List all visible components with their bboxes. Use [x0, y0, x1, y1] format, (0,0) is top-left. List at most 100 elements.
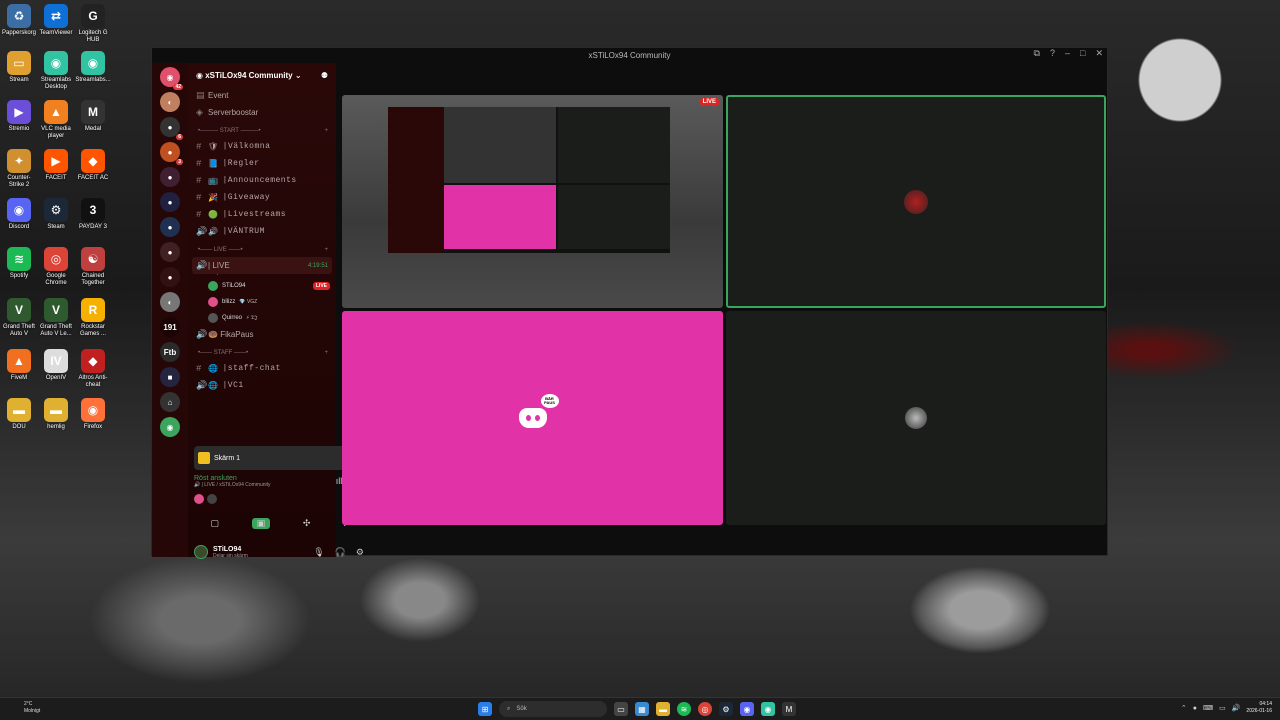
widgets-icon[interactable]: ▦ [635, 702, 649, 716]
channel-item[interactable]: 🔊 🔊 |VÄNTRUM [188, 223, 336, 240]
volume-icon[interactable]: 🔊 [1232, 704, 1241, 712]
desktop-icon[interactable]: ◉ Streamlabs... [74, 51, 112, 84]
server-icon[interactable]: ◐ [160, 292, 180, 312]
server-icon[interactable]: ● 3 [160, 142, 183, 165]
channel-item[interactable]: # 🎉 |Giveaway [188, 189, 336, 206]
nav-event[interactable]: ▤ Event [188, 87, 336, 104]
microphone-icon[interactable]: 🎙 [313, 547, 324, 558]
avatar[interactable] [194, 545, 208, 559]
server-icon[interactable]: ■ [160, 367, 180, 387]
add-channel-icon[interactable]: + [324, 128, 328, 134]
notification-icon[interactable]: ● [1193, 705, 1197, 712]
channel-item[interactable]: # 📺 |Announcements [188, 172, 336, 189]
server-icon[interactable]: ● [160, 167, 180, 187]
channel-item[interactable]: # 🌐 |staff-chat [188, 360, 336, 377]
voice-user[interactable]: Quirreo ⚡ 𝔗𝔍 [188, 310, 336, 326]
file-explorer-icon[interactable]: ▬ [656, 702, 670, 716]
minimize-button[interactable]: – [1065, 48, 1070, 59]
invite-icon[interactable]: ⚉ [321, 71, 328, 80]
desktop-icon[interactable]: ⇄ TeamViewer [37, 4, 75, 37]
server-icon[interactable]: ● [160, 192, 180, 212]
settings-gear-icon[interactable]: ⚙ [356, 547, 364, 558]
channel-item[interactable]: 🔊 🌐 |VC1 [188, 377, 336, 394]
screen-share-bar[interactable]: Skärm 1 ▣ [194, 446, 364, 470]
guild-header[interactable]: ◉ xSTiLOx94 Community ⌄ ⚉ [188, 63, 336, 87]
server-icon[interactable]: ● [160, 242, 180, 262]
desktop-icon[interactable]: IV OpenIV [37, 349, 75, 382]
nav-boost[interactable]: ◈ Serverboostar [188, 104, 336, 121]
desktop-icon[interactable]: M Medal [74, 100, 112, 133]
weather-widget[interactable]: 2°C Molnigt [24, 701, 40, 715]
desktop-icon[interactable]: ♻ Papperskorg [0, 4, 38, 37]
category-staff[interactable]: •—— STAFF ——• + [188, 346, 336, 360]
stream-tile-avatar[interactable] [726, 311, 1106, 525]
channel-item[interactable]: # 🛡 |Välkomna [188, 138, 336, 155]
discord-icon[interactable]: ◉ [740, 702, 754, 716]
desktop-icon[interactable]: R Rockstar Games ... [74, 298, 112, 338]
add-channel-icon[interactable]: + [324, 350, 328, 356]
voice-user[interactable]: bllizz 💎 VGZ [188, 294, 336, 310]
desktop-icon[interactable]: ≋ Spotify [0, 247, 38, 280]
server-icon[interactable]: ◉ 42 [160, 67, 183, 90]
desktop-icon[interactable]: V Grand Theft Auto V Le... [37, 298, 75, 338]
desktop-icon[interactable]: 3 PAYDAY 3 [74, 198, 112, 231]
desktop-icon[interactable]: ◆ FACEIT AC [74, 149, 112, 182]
network-icon[interactable]: ⌨ [1203, 704, 1213, 712]
desktop-icon[interactable]: ▶ Stremio [0, 100, 38, 133]
channel-item[interactable]: # 🟢 |Livestreams [188, 206, 336, 223]
desktop-icon[interactable]: ⚙ Steam [37, 198, 75, 231]
server-icon[interactable]: ◉ [160, 417, 180, 437]
inbox-icon[interactable]: ⧉ [1034, 48, 1040, 59]
server-icon[interactable]: Ftb [160, 342, 180, 362]
voice-channel-live[interactable]: 🔊 | LIVE 4:19:51 [192, 257, 332, 274]
stream-tile-discord[interactable]: BÄR PAUS [342, 311, 723, 525]
desktop-icon[interactable]: ◉ Firefox [74, 398, 112, 431]
streamlabs-icon[interactable]: ◉ [761, 702, 775, 716]
task-view-icon[interactable]: ▭ [614, 702, 628, 716]
screen-share-icon[interactable]: ▣ [251, 517, 271, 529]
desktop-icon[interactable]: ✦ Counter-Strike 2 [0, 149, 38, 189]
search-box[interactable]: ⌕ Sök [499, 701, 607, 717]
steam-icon[interactable]: ⚙ [719, 702, 733, 716]
headphones-icon[interactable]: 🎧 [335, 547, 346, 558]
camera-icon[interactable]: ▢ [210, 518, 219, 529]
server-icon[interactable]: ◐ [160, 92, 180, 112]
stream-tile-screen[interactable]: LIVE [342, 95, 723, 308]
spotify-icon[interactable]: ≋ [677, 702, 691, 716]
maximize-button[interactable]: □ [1080, 48, 1085, 59]
desktop-icon[interactable]: ◆ Altros Anti-cheat [74, 349, 112, 389]
stream-tile-speaking[interactable] [726, 95, 1106, 308]
server-icon[interactable]: 191 [160, 317, 180, 337]
add-channel-icon[interactable]: + [324, 247, 328, 253]
voice-user[interactable]: STiLO94 LIVE [188, 278, 336, 294]
desktop-icon[interactable]: ▬ DOU [0, 398, 38, 431]
clock[interactable]: 04:14 2026-01-16 [1246, 701, 1272, 715]
desktop-icon[interactable]: ☯ Chained Together [74, 247, 112, 287]
voice-channel-fika[interactable]: 🔊 🍩 FikaPaus [188, 326, 336, 343]
category-live[interactable]: •—— LIVE ——• + [188, 243, 336, 257]
monitor-icon[interactable]: ▭ [1219, 704, 1226, 712]
server-icon[interactable]: ● [160, 217, 180, 237]
server-icon[interactable]: ● 6 [160, 117, 183, 140]
windows-start-icon[interactable]: ⊞ [478, 702, 492, 716]
desktop-icon[interactable]: ◎ Google Chrome [37, 247, 75, 287]
desktop-icon[interactable]: ▲ VLC media player [37, 100, 75, 140]
user-info[interactable]: STiLO94 Delar sin skärm [213, 546, 248, 559]
desktop-icon[interactable]: ◉ Discord [0, 198, 38, 231]
chrome-icon[interactable]: ◎ [698, 702, 712, 716]
category-start[interactable]: •——— START ———• + [188, 124, 336, 138]
desktop-icon[interactable]: ▬ hemlig [37, 398, 75, 431]
server-icon[interactable]: ● [160, 267, 180, 287]
desktop-icon[interactable]: G Logitech G HUB [74, 4, 112, 44]
desktop-icon[interactable]: ◉ Streamlabs Desktop [37, 51, 75, 91]
desktop-icon[interactable]: ▲ FiveM [0, 349, 38, 382]
desktop-icon[interactable]: ▶ FACEIT [37, 149, 75, 182]
help-icon[interactable]: ? [1050, 48, 1055, 59]
channel-item[interactable]: # 📘 |Regler [188, 155, 336, 172]
medal-icon[interactable]: M [782, 702, 796, 716]
close-button[interactable]: ✕ [1095, 48, 1103, 59]
chevron-up-icon[interactable]: ⌃ [1181, 704, 1187, 712]
desktop-icon[interactable]: V Grand Theft Auto V [0, 298, 38, 338]
desktop-icon[interactable]: ▭ Stream [0, 51, 38, 84]
activities-icon[interactable]: ✣ [303, 518, 311, 529]
